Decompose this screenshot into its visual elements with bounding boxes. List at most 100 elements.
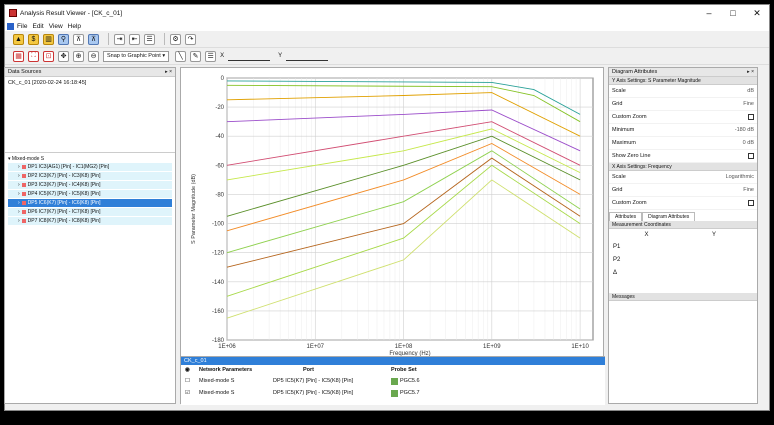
diagram-attributes-panel: Diagram Attributes ▸ × Y Axis Settings: S… — [608, 67, 758, 404]
prop-value: Fine — [743, 187, 754, 193]
import-icon[interactable]: ⇤ — [129, 33, 140, 45]
prop-label: Scale — [612, 174, 626, 180]
y-axis-section[interactable]: Y Axis Settings: S Parameter Magnitude — [609, 77, 757, 85]
zero-line-checkbox[interactable] — [748, 153, 754, 159]
y-maximum-row[interactable]: Maximum 0 dB — [609, 137, 757, 150]
s-parameter-chart[interactable]: 1E+06 1E+07 1E+08 1E+09 1E+10 0 -20 -40 -60 -80 -1… — [181, 68, 605, 356]
pan-icon[interactable]: ✥ — [58, 50, 69, 62]
menu-edit[interactable]: Edit — [32, 23, 43, 30]
net-icon — [21, 192, 26, 196]
attributes-tabs: Attributes Diagram Attributes — [609, 212, 757, 221]
y-axis-label: S Parameter Magnitude (dB) — [191, 174, 197, 244]
row-checkbox[interactable]: ☑ — [185, 390, 199, 396]
curve-select-icon[interactable]: ☰ — [205, 50, 217, 62]
toolbar-separator — [108, 33, 109, 45]
prop-value: Fine — [743, 101, 754, 107]
tree-root-label: Mixed-mode S — [11, 156, 45, 162]
messages-header[interactable]: Messages — [609, 293, 757, 301]
grid-icon[interactable]: ▦ — [13, 50, 24, 62]
menu-view[interactable]: View — [49, 23, 63, 30]
tree-item-label: DP2 IC3(K7) [Pin] - IC3(K8) [Pin] — [27, 173, 101, 179]
results-table-header: ◉ Network Parameters Port Probe Set — [181, 365, 605, 375]
save-icon[interactable]: $ — [28, 33, 39, 45]
x-scale-row[interactable]: Scale Logarithmic — [609, 171, 757, 184]
marker-icon[interactable]: ⊼ — [88, 33, 99, 45]
net-icon — [21, 174, 26, 178]
diagram-panel: 1E+06 1E+07 1E+08 1E+09 1E+10 0 -20 -40 -60 -80 -1… — [180, 67, 605, 405]
table-row[interactable]: ☑ Mixed-mode S DP5 IC5(K7) [Pin] - IC5(K… — [181, 387, 605, 399]
y-tick-label: -120 — [212, 251, 225, 257]
measurement-row-p2: P2 — [613, 256, 621, 263]
y-minimum-row[interactable]: Minimum -180 dB — [609, 124, 757, 137]
zoom-region-icon[interactable]: ⊡ — [43, 50, 54, 62]
menu-help[interactable]: Help — [68, 23, 81, 30]
tab-attributes[interactable]: Attributes — [609, 212, 643, 221]
y-grid-row[interactable]: Grid Fine — [609, 98, 757, 111]
prop-value: dB — [747, 88, 754, 94]
measure-icon[interactable]: ⊼ — [73, 33, 84, 45]
results-tab[interactable]: CK_c_01 — [184, 358, 207, 364]
table-row[interactable]: ☐ Mixed-mode S DP5 IC5(K7) [Pin] - IC5(K… — [181, 375, 605, 387]
y-tick-label: -180 — [212, 338, 225, 344]
undo-icon[interactable]: ↷ — [185, 33, 196, 45]
prop-value: 0 dB — [742, 140, 754, 146]
y-scale-row[interactable]: Scale dB — [609, 85, 757, 98]
tree-item-dp1[interactable]: › DP1 IC3(AG1) [Pin] - IC1(MG2) [Pin] — [8, 163, 172, 171]
maximize-button[interactable]: □ — [721, 8, 745, 19]
tree-item-dp5[interactable]: › DP5 IC6(K7) [Pin] - IC6(K8) [Pin] — [8, 199, 172, 207]
tree-item-label: DP1 IC3(AG1) [Pin] - IC1(MG2) [Pin] — [27, 164, 110, 170]
x-tick-label: 1E+06 — [218, 344, 236, 350]
tree-item-dp2[interactable]: › DP2 IC3(K7) [Pin] - IC3(K8) [Pin] — [8, 172, 172, 180]
snap-mode-select[interactable]: Snap to Graphic Point ▾ — [103, 50, 170, 62]
chart-toolbar: ▦ ⛶ ⊡ ✥ ⊕ ⊖ Snap to Graphic Point ▾ ╲ ✎ … — [5, 48, 769, 65]
ruler-icon[interactable]: ✎ — [190, 50, 202, 62]
zoom-in-icon[interactable]: ⊕ — [73, 50, 84, 62]
pin-icon[interactable]: ⚲ — [58, 33, 69, 45]
x-grid-row[interactable]: Grid Fine — [609, 184, 757, 197]
measurement-columns: X Y — [609, 229, 757, 240]
y-tick-label: -40 — [215, 134, 224, 140]
prop-value: -180 dB — [734, 127, 754, 133]
tree-item-dp6[interactable]: › DP6 IC7(K7) [Pin] - IC7(K8) [Pin] — [8, 208, 172, 216]
tree-item-dp7[interactable]: › DP7 IC8(K7) [Pin] - IC8(K8) [Pin] — [8, 217, 172, 225]
tree-item-label: DP3 IC3(K7) [Pin] - IC4(K8) [Pin] — [27, 182, 101, 188]
custom-zoom-checkbox[interactable] — [748, 114, 754, 120]
x-axis-section[interactable]: X Axis Settings: Frequency — [609, 163, 757, 171]
main-toolbar: ▲ $ ▥ ⚲ ⊼ ⊼ ⇥ ⇤ ☰ ⚙ ↷ — [5, 31, 769, 48]
menu-file[interactable]: File — [17, 23, 27, 30]
row-probe: PGC5.7 — [400, 390, 420, 396]
data-sources-panel: Data Sources ▸ × CK_c_01 [2020-02-24 16:1… — [4, 67, 176, 404]
toolbar-separator — [164, 33, 165, 45]
zoom-fit-icon[interactable]: ⛶ — [28, 50, 39, 62]
data-source-entry[interactable]: CK_c_01 [2020-02-24 16:18:45] — [8, 80, 172, 86]
minimize-button[interactable]: – — [697, 8, 721, 19]
y-coordinate-field[interactable] — [286, 52, 329, 61]
row-checkbox[interactable]: ☐ — [185, 378, 199, 384]
y-tick-label: -20 — [215, 105, 224, 111]
table-icon[interactable]: ☰ — [144, 33, 155, 45]
export-icon[interactable]: ⇥ — [114, 33, 125, 45]
zoom-out-icon[interactable]: ⊖ — [88, 50, 99, 62]
custom-zoom-checkbox[interactable] — [748, 200, 754, 206]
tree-item-dp3[interactable]: › DP3 IC3(K7) [Pin] - IC4(K8) [Pin] — [8, 181, 172, 189]
chart-icon[interactable]: ▥ — [43, 33, 54, 45]
results-table-panel: CK_c_01 ◉ Network Parameters Port Probe … — [181, 356, 605, 405]
tree-item-label: DP4 IC5(K7) [Pin] - IC5(K8) [Pin] — [27, 191, 101, 197]
x-coordinate-field[interactable] — [228, 52, 271, 61]
y-custom-zoom-row: Custom Zoom — [609, 111, 757, 124]
show-zero-line-row: Show Zero Line — [609, 150, 757, 163]
y-coord-label: Y — [278, 53, 283, 59]
result-tree: ▾ Mixed-mode S › DP1 IC3(AG1) [Pin] - IC1… — [5, 153, 175, 229]
tab-diagram-attributes[interactable]: Diagram Attributes — [642, 212, 696, 221]
tree-item-dp4[interactable]: › DP4 IC5(K7) [Pin] - IC5(K8) [Pin] — [8, 190, 172, 198]
open-icon[interactable]: ▲ — [13, 33, 24, 45]
settings-icon[interactable]: ⚙ — [170, 33, 181, 45]
line-tool-icon[interactable]: ╲ — [175, 50, 187, 62]
prop-label: Grid — [612, 187, 623, 193]
tree-item-label: DP6 IC7(K7) [Pin] - IC7(K8) [Pin] — [27, 209, 101, 215]
panel-close-icon[interactable]: ▸ × — [165, 69, 172, 75]
panel-close-icon[interactable]: ▸ × — [747, 69, 754, 75]
close-button[interactable]: ✕ — [745, 8, 769, 19]
tree-root-mixed-mode[interactable]: ▾ Mixed-mode S — [8, 156, 172, 162]
measurement-header: Measurement Coordinates — [609, 221, 757, 229]
